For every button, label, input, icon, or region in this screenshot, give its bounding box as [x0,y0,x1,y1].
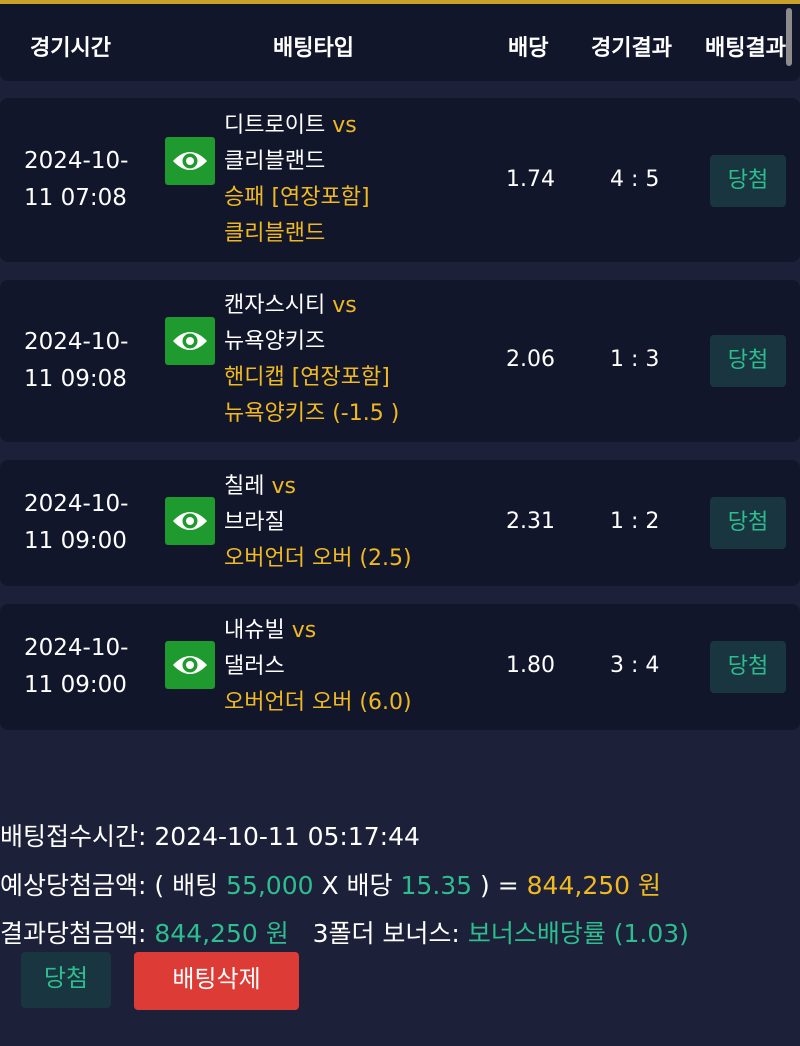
bet-odds: 1.80 [506,653,555,678]
bet-type: 캔자스시티 vs 뉴욕양키즈 핸디캡 [연장포함] 뉴욕양키즈 (-1.5 ) [224,288,484,432]
bonus-value: 보너스배당률 (1.03) [467,919,689,948]
bet-clock: 11 09:08 [24,366,127,392]
bet-date: 2024-10- [24,148,129,174]
bet-odds: 2.06 [506,347,555,372]
bet-type: 칠레 vs 브라질 오버언더 오버 (2.5) [224,469,484,577]
bet-row: 2024-10- 11 09:00 내슈빌 vs 댈러스 오버언더 오버 (6.… [0,604,800,730]
vs-label: vs [271,474,296,499]
bet-market: 오버언더 오버 (6.0) [224,690,412,715]
result-badge[interactable]: 당첨 [710,155,786,207]
game-score: 1 : 3 [610,347,660,372]
game-score: 3 : 4 [610,653,660,678]
view-button[interactable] [165,137,215,185]
home-team: 내슈빌 [224,618,285,643]
home-team: 캔자스시티 [224,293,326,318]
bet-time: 2024-10- 11 07:08 [24,143,134,217]
win-button[interactable]: 당첨 [21,952,111,1008]
bet-type: 디트로이트 vs 클리블랜드 승패 [연장포함] 클리블랜드 [224,108,484,252]
view-button[interactable] [165,317,215,365]
vs-label: vs [291,618,317,643]
bet-market: 승패 [연장포함] [224,185,370,210]
times-label: X 배당 [321,871,393,900]
away-team: 브라질 [224,510,285,535]
bet-type: 내슈빌 vs 댈러스 오버언더 오버 (6.0) [224,613,484,721]
result-badge[interactable]: 당첨 [710,641,786,693]
receipt-time: 2024-10-11 05:17:44 [154,822,420,851]
stake-amount: 55,000 [226,871,314,900]
game-score: 1 : 2 [610,509,660,534]
header-result: 배팅결과 [705,36,786,61]
away-team: 뉴욕양키즈 [224,329,326,354]
scrollbar-thumb[interactable] [786,8,792,66]
expected-win-line: 예상당첨금액: ( 배팅 55,000 X 배당 15.35 ) = 844,2… [0,866,661,902]
actual-win-line: 결과당첨금액: 844,250 원 3폴더 보너스: 보너스배당률 (1.03) [0,914,689,950]
bet-time: 2024-10- 11 09:00 [24,486,134,560]
bet-time: 2024-10- 11 09:00 [24,630,134,704]
away-team: 클리블랜드 [224,149,326,174]
result-badge[interactable]: 당첨 [710,497,786,549]
actual-label: 결과당첨금액: [0,919,147,948]
home-team: 디트로이트 [224,113,326,138]
bet-market: 핸디캡 [연장포함] [224,365,390,390]
bet-clock: 11 07:08 [24,185,127,211]
bet-pick: 클리블랜드 [224,221,326,246]
delete-bet-button[interactable]: 배팅삭제 [134,952,299,1010]
bet-odds: 1.74 [506,167,555,192]
expected-amount: 844,250 원 [526,871,661,900]
eye-icon [173,152,207,170]
expected-open: ( 배팅 [154,871,219,900]
total-odds: 15.35 [400,871,473,900]
vs-label: vs [332,293,357,318]
bet-clock: 11 09:00 [24,528,127,554]
bet-date: 2024-10- [24,491,129,517]
game-score: 4 : 5 [610,167,660,192]
eye-icon [173,332,207,350]
header-bettype: 배팅타입 [273,36,354,61]
bet-market: 오버언더 오버 (2.5) [224,546,412,571]
away-team: 댈러스 [224,654,285,679]
vs-label: vs [332,113,357,138]
view-button[interactable] [165,641,215,689]
bet-odds: 2.31 [506,509,555,534]
bet-date: 2024-10- [24,635,129,661]
bonus-label: 3폴더 보너스: [312,919,460,948]
bet-date: 2024-10- [24,329,129,355]
table-header: 경기시간 배팅타입 배당 경기결과 배팅결과 [0,4,800,81]
eye-icon [173,512,207,530]
receipt-label: 배팅접수시간: [0,822,147,851]
header-time: 경기시간 [30,36,111,61]
header-score: 경기결과 [591,36,672,61]
bet-row: 2024-10- 11 09:08 캔자스시티 vs 뉴욕양키즈 핸디캡 [연장… [0,280,800,442]
bet-time: 2024-10- 11 09:08 [24,324,134,398]
result-badge[interactable]: 당첨 [710,335,786,387]
bet-pick: 뉴욕양키즈 (-1.5 ) [224,401,400,426]
bet-row: 2024-10- 11 09:00 칠레 vs 브라질 오버언더 오버 (2.5… [0,460,800,586]
actual-amount: 844,250 원 [154,919,289,948]
home-team: 칠레 [224,474,265,499]
receipt-time-line: 배팅접수시간: 2024-10-11 05:17:44 [0,817,420,853]
view-button[interactable] [165,497,215,545]
header-odds: 배당 [508,36,549,61]
eye-icon [173,656,207,674]
bet-clock: 11 09:00 [24,672,127,698]
bet-row: 2024-10- 11 07:08 디트로이트 vs 클리블랜드 승패 [연장포… [0,98,800,262]
expected-close: ) = [480,871,519,900]
expected-label: 예상당첨금액: [0,871,147,900]
